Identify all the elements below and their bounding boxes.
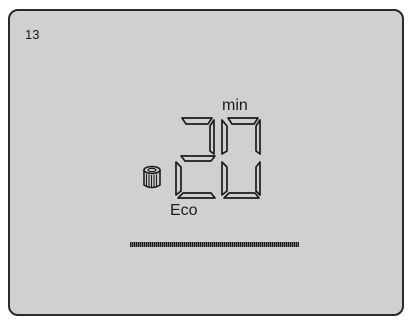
screen-number: 13 [25, 27, 40, 42]
time-value-digits [172, 115, 266, 206]
digit-0-segments [221, 117, 261, 199]
filter-cartridge-icon [141, 165, 163, 196]
digit-2-segments [175, 117, 216, 199]
time-unit-label: min [222, 97, 248, 114]
mode-label: Eco [170, 202, 198, 219]
progress-bar [130, 242, 299, 247]
lcd-display-panel: 13 min Eco [8, 9, 404, 316]
